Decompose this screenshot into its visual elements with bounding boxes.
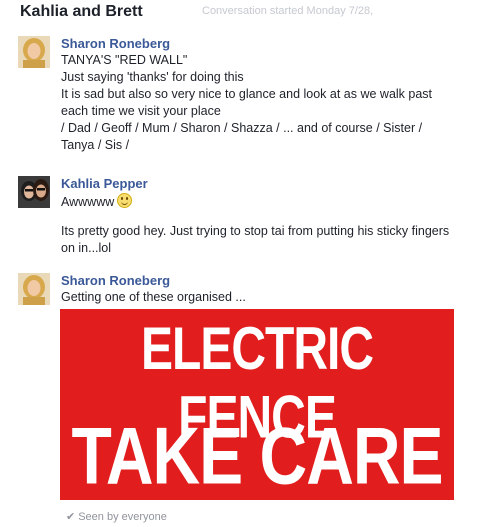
message-line-with-emoji: Awwwww xyxy=(61,193,486,211)
checkmark-icon: ✔ xyxy=(66,511,76,523)
sign-text-line2: TAKE CARE xyxy=(71,410,443,501)
message-line: / Dad / Geoff / Mum / Sharon / Shazza / … xyxy=(61,121,423,135)
message-line: Tanya / Sis / xyxy=(61,138,130,152)
sender-name[interactable]: Sharon Roneberg xyxy=(61,273,486,289)
seen-status: ✔ Seen by everyone xyxy=(66,510,167,523)
seen-status-label: Seen by everyone xyxy=(78,511,167,523)
message-line: Just saying 'thanks' for doing this xyxy=(61,70,244,84)
smiley-emoji-icon xyxy=(117,193,133,208)
avatar-kahlia[interactable] xyxy=(18,176,50,208)
message-line: Awwwww xyxy=(61,195,115,209)
conversation-title: Kahlia and Brett xyxy=(20,3,143,20)
message-line: each time we visit your place xyxy=(61,104,221,118)
message-line: Getting one of these organised ... xyxy=(61,290,246,304)
message-line: on in...lol xyxy=(61,241,112,255)
electric-fence-image[interactable]: ELECTRIC FENCE TAKE CARE xyxy=(60,309,454,501)
sender-name[interactable]: Kahlia Pepper xyxy=(61,176,486,192)
avatar-sharon[interactable] xyxy=(18,273,50,305)
message-line: TANYA'S "RED WALL" xyxy=(61,53,188,67)
sender-name[interactable]: Sharon Roneberg xyxy=(61,36,486,52)
message-line: Its pretty good hey. Just trying to stop… xyxy=(61,224,450,238)
message-line: It is sad but also so very nice to glanc… xyxy=(61,87,433,101)
conversation-started-label: Conversation started Monday 7/28, xyxy=(202,5,374,17)
conversation-header: Kahlia and Brett Conversation started Mo… xyxy=(20,3,492,23)
avatar-sharon[interactable] xyxy=(18,36,50,68)
